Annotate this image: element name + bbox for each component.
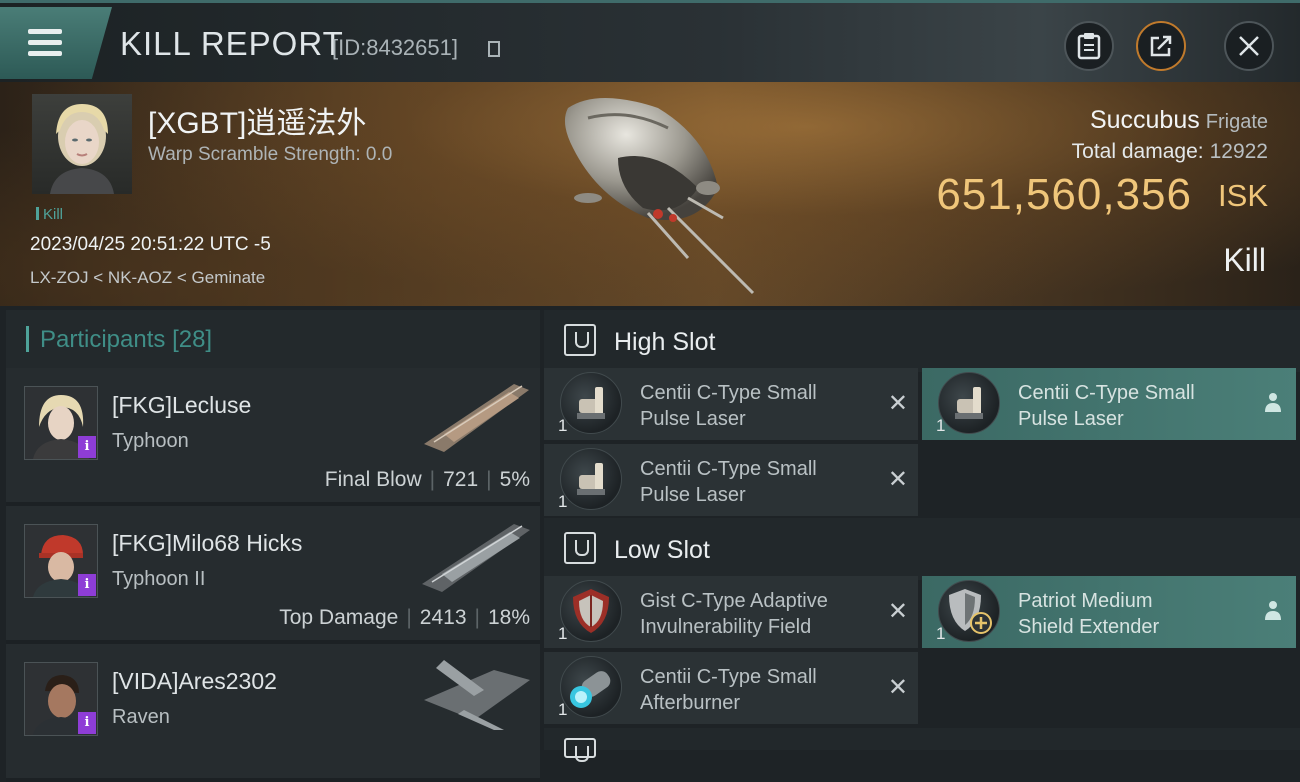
- share-button[interactable]: [1136, 21, 1186, 71]
- afterburner-icon: [560, 656, 622, 718]
- info-badge[interactable]: i: [78, 574, 96, 596]
- low-slot-icon: [564, 532, 596, 564]
- module-slot[interactable]: 1 Centii C-Type Small Pulse Laser ✕: [544, 368, 918, 440]
- ship-name[interactable]: Succubus Frigate: [1090, 106, 1268, 135]
- module-slot[interactable]: 1 Centii C-Type Small Pulse Laser ✕: [544, 444, 918, 516]
- person-icon: [1265, 393, 1281, 412]
- destroyed-icon: ✕: [887, 674, 908, 701]
- participant-damage: 721: [443, 468, 479, 491]
- pulse-laser-icon: [560, 448, 622, 510]
- kill-tag: Kill: [36, 206, 63, 223]
- victim-banner: [XGBT]逍遥法外 Warp Scramble Strength: 0.0 K…: [0, 82, 1300, 306]
- person-icon: [1265, 601, 1281, 620]
- module-slot[interactable]: 1 Centii C-Type Small Afterburner ✕: [544, 652, 918, 724]
- kill-timestamp: 2023/04/25 20:51:22 UTC -5: [30, 234, 271, 255]
- participant-stats: Top Damage | 2413 | 18%: [279, 606, 530, 629]
- participants-header: Participants [28]: [6, 310, 540, 368]
- participant-percent: 5%: [499, 468, 530, 491]
- participant-row[interactable]: i [FKG]Lecluse Typhoon Final Blow | 721 | 5%: [6, 368, 540, 506]
- high-slot-title: High Slot: [614, 328, 716, 356]
- victim-avatar[interactable]: [32, 94, 132, 194]
- module-quantity: 1: [558, 416, 568, 435]
- module-quantity: 1: [936, 416, 946, 435]
- participant-ship: Raven: [112, 706, 170, 728]
- participant-name[interactable]: [FKG]Lecluse: [112, 392, 251, 419]
- module-slot[interactable]: 1 Gist C-Type Adaptive Invulnerability Fi…: [544, 576, 918, 648]
- ship-name-text: Succubus: [1089, 106, 1200, 134]
- warp-scramble-label: Warp Scramble Strength: 0.0: [148, 144, 393, 165]
- info-badge[interactable]: i: [78, 712, 96, 734]
- invulnerability-field-icon: [560, 580, 622, 642]
- close-button[interactable]: [1224, 21, 1274, 71]
- participant-name[interactable]: [VIDA]Ares2302: [112, 668, 277, 695]
- high-slot-icon: [564, 324, 596, 356]
- pulse-laser-icon: [560, 372, 622, 434]
- isk-value: 651,560,356: [936, 170, 1192, 219]
- next-slot-header: [544, 728, 1300, 762]
- module-name: Gist C-Type Adaptive Invulnerability Fiel…: [640, 590, 828, 638]
- victim-name[interactable]: [XGBT]逍遥法外: [148, 98, 366, 142]
- participant-avatar[interactable]: i: [24, 524, 98, 598]
- clipboard-button[interactable]: [1064, 21, 1114, 71]
- module-name: Patriot Medium Shield Extender: [1018, 590, 1160, 638]
- participant-stats: Final Blow | 721 | 5%: [324, 468, 530, 491]
- page-title: KILL REPORT: [120, 25, 344, 62]
- participant-percent: 18%: [487, 606, 530, 629]
- destroyed-icon: ✕: [887, 466, 908, 493]
- victim-ship-image[interactable]: [548, 88, 768, 298]
- shield-extender-icon: [938, 580, 1000, 642]
- low-slot-title: Low Slot: [614, 536, 710, 564]
- destroyed-icon: ✕: [887, 390, 908, 417]
- participant-name[interactable]: [FKG]Milo68 Hicks: [112, 530, 302, 557]
- slot-icon: [564, 738, 596, 762]
- participants-title: Participants [28]: [40, 326, 213, 353]
- participant-role: Top Damage: [279, 606, 399, 629]
- participant-ship: Typhoon: [112, 430, 189, 452]
- module-name: Centii C-Type Small Pulse Laser: [640, 458, 817, 506]
- module-quantity: 1: [558, 492, 568, 511]
- module-slot[interactable]: 1 Patriot Medium Shield Extender: [922, 576, 1296, 648]
- total-damage-label: Total damage:: [1071, 140, 1204, 163]
- module-slot[interactable]: 1 Centii C-Type Small Pulse Laser: [922, 368, 1296, 440]
- participant-row[interactable]: i [FKG]Milo68 Hicks Typhoon II Top Damag…: [6, 506, 540, 644]
- ship-class: Frigate: [1205, 111, 1268, 133]
- report-id: [ID:8432651]: [332, 35, 458, 60]
- isk-unit: ISK: [1218, 178, 1268, 213]
- participant-avatar[interactable]: i: [24, 386, 98, 460]
- total-damage: Total damage: 12922: [1072, 140, 1268, 164]
- participants-count: [28]: [172, 326, 213, 353]
- clipboard-icon: [1077, 33, 1101, 60]
- menu-button[interactable]: [0, 7, 112, 79]
- participant-ship: Typhoon II: [112, 568, 206, 590]
- module-name: Centii C-Type Small Pulse Laser: [640, 382, 817, 430]
- participant-role: Final Blow: [324, 468, 422, 491]
- module-name: Centii C-Type Small Pulse Laser: [1018, 382, 1195, 430]
- participant-row[interactable]: i [VIDA]Ares2302 Raven: [6, 644, 540, 782]
- module-quantity: 1: [558, 624, 568, 643]
- module-name: Centii C-Type Small Afterburner: [640, 666, 817, 714]
- participant-damage: 2413: [419, 606, 467, 629]
- share-icon: [1150, 35, 1172, 57]
- participant-ship-image: [424, 660, 530, 730]
- participant-avatar[interactable]: i: [24, 662, 98, 736]
- module-quantity: 1: [936, 624, 946, 643]
- high-slot-header: High Slot: [544, 310, 1300, 372]
- participants-panel[interactable]: Participants [28] i [FKG]Lecluse Typhoon…: [6, 310, 540, 782]
- module-quantity: 1: [558, 700, 568, 719]
- header-bar: KILL REPORT [ID:8432651]: [0, 0, 1300, 82]
- participant-ship-image: [424, 384, 529, 452]
- destroyed-icon: ✕: [887, 598, 908, 625]
- kill-location[interactable]: LX-ZOJ < NK-AOZ < Geminate: [30, 268, 265, 288]
- copy-icon[interactable]: [488, 41, 500, 57]
- close-icon: [1239, 36, 1259, 56]
- total-damage-value: 12922: [1209, 140, 1268, 163]
- participant-ship-image: [422, 524, 530, 592]
- info-badge[interactable]: i: [78, 436, 96, 458]
- low-slot-header: Low Slot: [544, 518, 1300, 580]
- fitting-panel: High Slot 1 Centii C-Type Small Pulse Las…: [544, 310, 1300, 762]
- kill-result: Kill: [1223, 242, 1266, 278]
- pulse-laser-icon: [938, 372, 1000, 434]
